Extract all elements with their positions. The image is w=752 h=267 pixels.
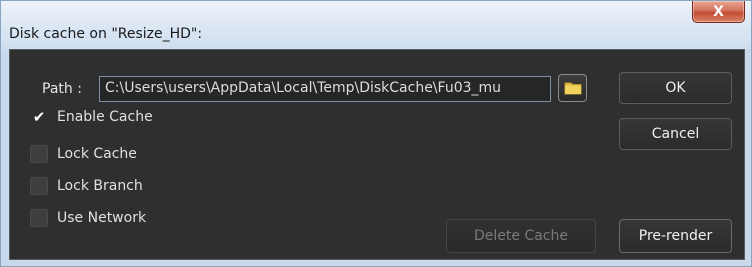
dialog-body: Path : C:\Users\users\AppData\Local\Temp… <box>9 49 745 260</box>
cancel-button[interactable]: Cancel <box>619 118 732 150</box>
ok-button[interactable]: OK <box>619 72 732 104</box>
close-icon: X <box>713 3 724 20</box>
enable-cache-label: Enable Cache <box>57 109 153 125</box>
pre-render-button[interactable]: Pre-render <box>619 219 732 253</box>
use-network-checkbox[interactable] <box>30 209 48 227</box>
path-label: Path : <box>42 81 82 97</box>
lock-cache-checkbox[interactable] <box>30 145 48 163</box>
lock-branch-checkbox[interactable] <box>30 177 48 195</box>
title-bar[interactable]: Disk cache on "Resize_HD": X <box>1 1 751 49</box>
path-input[interactable]: C:\Users\users\AppData\Local\Temp\DiskCa… <box>99 76 551 102</box>
enable-cache-checkbox[interactable]: ✔ <box>30 108 48 126</box>
dialog-window: Disk cache on "Resize_HD": X Path : C:\U… <box>0 0 752 267</box>
use-network-option[interactable]: Use Network <box>30 208 146 228</box>
lock-cache-label: Lock Cache <box>57 146 137 162</box>
browse-folder-button[interactable] <box>558 74 587 102</box>
window-title: Disk cache on "Resize_HD": <box>9 26 203 42</box>
enable-cache-option[interactable]: ✔ Enable Cache <box>30 107 153 127</box>
checkmark-icon: ✔ <box>32 107 46 126</box>
lock-branch-option[interactable]: Lock Branch <box>30 176 143 196</box>
use-network-label: Use Network <box>57 210 147 226</box>
lock-cache-option[interactable]: Lock Cache <box>30 144 137 164</box>
folder-icon <box>564 82 581 95</box>
close-button[interactable]: X <box>692 1 745 23</box>
delete-cache-button[interactable]: Delete Cache <box>446 219 596 253</box>
lock-branch-label: Lock Branch <box>57 178 143 194</box>
